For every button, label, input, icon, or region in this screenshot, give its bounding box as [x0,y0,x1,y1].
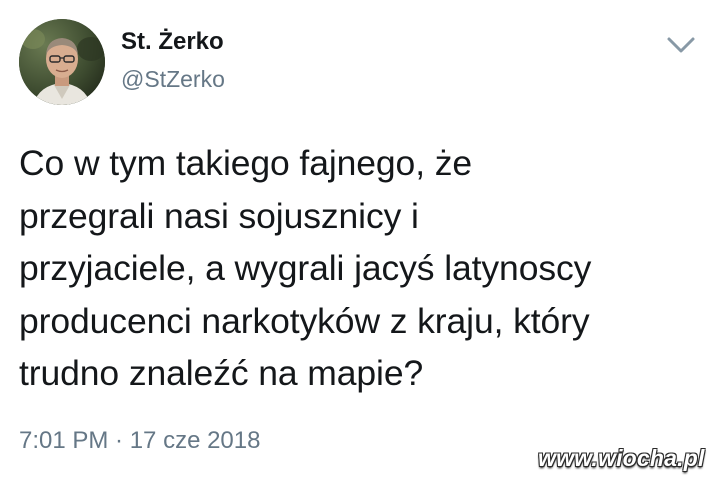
author-username[interactable]: @StZerko [121,66,225,93]
tweet-line: przyjaciele, a wygrali jacyś latynoscy [19,248,592,288]
tweet-line: Co w tym takiego fajnego, że [19,143,473,183]
author-display-name[interactable]: St. Żerko [121,28,224,56]
tweet-timestamp[interactable]: 7:01 PM · 17 cze 2018 [19,427,260,455]
avatar[interactable] [19,19,105,105]
profile-photo [19,19,105,105]
chevron-down-icon[interactable] [662,30,700,60]
watermark: www.wiocha.pl [538,445,705,471]
tweet-text: Co w tym takiego fajnego, że przegrali n… [19,137,709,400]
tweet-line: trudno znaleźć na mapie? [19,353,424,393]
tweet-line: przegrali nasi sojusznicy i [19,195,419,236]
tweet-line: producenci narkotyków z kraju, który [19,300,590,341]
